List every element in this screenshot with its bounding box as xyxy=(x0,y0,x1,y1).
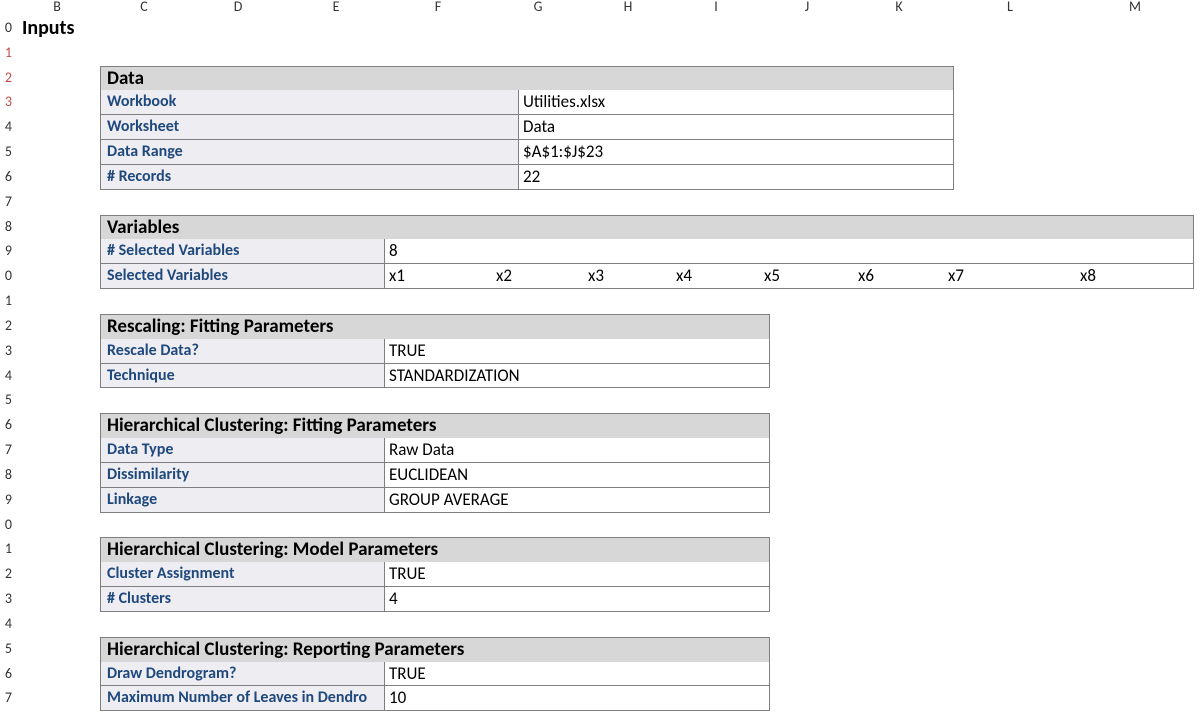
section-header-data: Data xyxy=(100,66,954,91)
page-title: Inputs xyxy=(14,16,78,41)
row-header[interactable]: 3 xyxy=(0,339,14,364)
label-draw-dendrogram: Draw Dendrogram? xyxy=(100,662,384,687)
value-draw-dendrogram[interactable]: TRUE xyxy=(384,662,770,687)
label-max-leaves: Maximum Number of Leaves in Dendro xyxy=(100,686,384,711)
section-header-variables: Variables xyxy=(100,215,1194,240)
row-header[interactable]: 8 xyxy=(0,215,14,240)
row-header[interactable]: 3 xyxy=(0,90,14,115)
row-header[interactable]: 1 xyxy=(0,537,14,562)
col-header[interactable]: J xyxy=(760,0,854,16)
value-data-range[interactable]: $A$1:$J$23 xyxy=(518,140,954,165)
value-selected-var[interactable]: x6 xyxy=(854,264,944,289)
label-cluster-assignment: Cluster Assignment xyxy=(100,562,384,587)
label-workbook: Workbook xyxy=(100,90,518,115)
row-header[interactable]: 2 xyxy=(0,314,14,339)
row-header[interactable]: 4 xyxy=(0,612,14,637)
row-header[interactable]: 4 xyxy=(0,115,14,140)
row-header[interactable]: 0 xyxy=(0,16,14,41)
value-linkage[interactable]: GROUP AVERAGE xyxy=(384,488,770,513)
spreadsheet-view: B C D E F G H I J K L M 0 1 2 3 4 5 6 7 … xyxy=(0,0,1200,712)
col-header[interactable]: C xyxy=(100,0,188,16)
value-data-type[interactable]: Raw Data xyxy=(384,438,770,463)
label-linkage: Linkage xyxy=(100,488,384,513)
value-selected-var[interactable]: x4 xyxy=(672,264,760,289)
row-header[interactable]: 5 xyxy=(0,140,14,165)
label-dissimilarity: Dissimilarity xyxy=(100,463,384,488)
value-worksheet[interactable]: Data xyxy=(518,115,954,140)
label-data-range: Data Range xyxy=(100,140,518,165)
col-header[interactable]: G xyxy=(492,0,584,16)
section-header-hc-model: Hierarchical Clustering: Model Parameter… xyxy=(100,537,770,562)
value-selected-var[interactable]: x2 xyxy=(492,264,584,289)
row-header[interactable]: 9 xyxy=(0,239,14,264)
row-headers: 0 1 2 3 4 5 6 7 8 9 0 1 2 3 4 5 6 7 8 9 … xyxy=(0,16,14,711)
value-technique[interactable]: STANDARDIZATION xyxy=(384,364,770,389)
row-header[interactable]: 1 xyxy=(0,289,14,314)
value-num-records[interactable]: 22 xyxy=(518,165,954,190)
col-header[interactable]: E xyxy=(288,0,384,16)
value-workbook[interactable]: Utilities.xlsx xyxy=(518,90,954,115)
value-selected-var[interactable]: x1 xyxy=(384,264,492,289)
row-header[interactable]: 2 xyxy=(0,562,14,587)
label-selected-vars: Selected Variables xyxy=(100,264,384,289)
label-num-clusters: # Clusters xyxy=(100,587,384,612)
row-header[interactable]: 2 xyxy=(0,66,14,91)
col-header[interactable]: B xyxy=(14,0,100,16)
value-dissimilarity[interactable]: EUCLIDEAN xyxy=(384,463,770,488)
value-num-selected-vars[interactable]: 8 xyxy=(384,239,1194,264)
row-header[interactable]: 3 xyxy=(0,587,14,612)
col-header[interactable]: D xyxy=(188,0,288,16)
col-header[interactable]: K xyxy=(854,0,944,16)
value-selected-var[interactable]: x8 xyxy=(1076,264,1194,289)
row-header[interactable]: 6 xyxy=(0,413,14,438)
row-header[interactable]: 6 xyxy=(0,165,14,190)
row-header[interactable]: 9 xyxy=(0,488,14,513)
label-worksheet: Worksheet xyxy=(100,115,518,140)
row-header[interactable]: 4 xyxy=(0,364,14,389)
col-header[interactable]: F xyxy=(384,0,492,16)
col-header[interactable]: I xyxy=(672,0,760,16)
row-header[interactable]: 6 xyxy=(0,662,14,687)
label-rescale-data: Rescale Data? xyxy=(100,339,384,364)
col-header[interactable]: L xyxy=(944,0,1076,16)
value-num-clusters[interactable]: 4 xyxy=(384,587,770,612)
label-num-records: # Records xyxy=(100,165,518,190)
row-header[interactable]: 5 xyxy=(0,637,14,662)
label-data-type: Data Type xyxy=(100,438,384,463)
value-selected-var[interactable]: x3 xyxy=(584,264,672,289)
row-header[interactable]: 7 xyxy=(0,686,14,711)
col-header[interactable]: H xyxy=(584,0,672,16)
column-headers: B C D E F G H I J K L M xyxy=(0,0,1200,16)
row-header[interactable]: 7 xyxy=(0,190,14,215)
sheet-content[interactable]: Inputs Data Workbook Utilities.xlsx Work… xyxy=(14,16,1200,712)
row-header[interactable]: 0 xyxy=(0,513,14,538)
row-header[interactable]: 7 xyxy=(0,438,14,463)
section-header-rescaling: Rescaling: Fitting Parameters xyxy=(100,314,770,339)
label-num-selected-vars: # Selected Variables xyxy=(100,239,384,264)
row-header[interactable]: 1 xyxy=(0,41,14,66)
row-header[interactable]: 5 xyxy=(0,388,14,413)
value-max-leaves[interactable]: 10 xyxy=(384,686,770,711)
value-selected-var[interactable]: x7 xyxy=(944,264,1076,289)
col-header[interactable]: M xyxy=(1076,0,1194,16)
row-header[interactable]: 0 xyxy=(0,264,14,289)
value-selected-var[interactable]: x5 xyxy=(760,264,854,289)
row-header[interactable]: 8 xyxy=(0,463,14,488)
value-rescale-data[interactable]: TRUE xyxy=(384,339,770,364)
section-header-hc-fitting: Hierarchical Clustering: Fitting Paramet… xyxy=(100,413,770,438)
label-technique: Technique xyxy=(100,364,384,389)
section-header-hc-reporting: Hierarchical Clustering: Reporting Param… xyxy=(100,637,770,662)
value-cluster-assignment[interactable]: TRUE xyxy=(384,562,770,587)
